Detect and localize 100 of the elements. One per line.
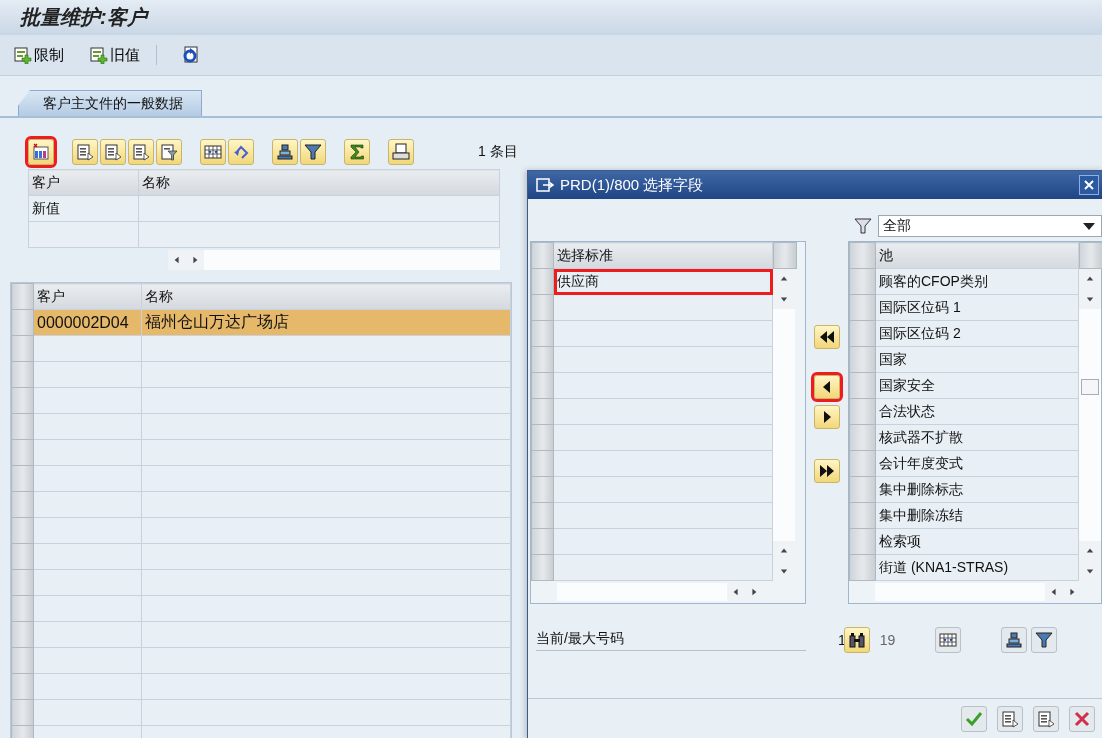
row-selector[interactable]: [11, 699, 34, 726]
toolbar-button[interactable]: [100, 139, 126, 165]
filter-icon: [854, 217, 872, 235]
row-selector[interactable]: [531, 346, 554, 373]
list-item[interactable]: 国家: [875, 346, 1079, 373]
toolbar-button[interactable]: [344, 139, 370, 165]
list-item[interactable]: 国际区位码 1: [875, 294, 1079, 321]
row-selector[interactable]: [11, 413, 34, 440]
row-selector[interactable]: [849, 372, 876, 399]
row-selector[interactable]: [531, 294, 554, 321]
list-item[interactable]: 集中删除冻结: [875, 502, 1079, 529]
document-arrow-icon: [132, 143, 150, 161]
toolbar-button[interactable]: [156, 139, 182, 165]
list-item[interactable]: 核武器不扩散: [875, 424, 1079, 451]
row-selector[interactable]: [849, 450, 876, 477]
row-selector[interactable]: [531, 450, 554, 477]
scroll-up-button[interactable]: [1079, 269, 1101, 289]
row-selector[interactable]: [11, 439, 34, 466]
column-header: 客户: [33, 283, 142, 310]
toolbar-button[interactable]: [1031, 627, 1058, 653]
list-item[interactable]: 检索项: [875, 528, 1079, 555]
close-icon: [1083, 179, 1095, 191]
toolbar-button[interactable]: [228, 139, 254, 165]
row-selector[interactable]: [11, 569, 34, 596]
toolbar-button[interactable]: 限制: [12, 43, 66, 67]
cancel-button[interactable]: [1069, 706, 1095, 732]
toolbar-button[interactable]: [388, 139, 414, 165]
row-selector[interactable]: [11, 335, 34, 362]
toolbar-button[interactable]: [272, 139, 298, 165]
row-selector[interactable]: [11, 595, 34, 622]
list-item[interactable]: 集中删除标志: [875, 476, 1079, 503]
row-selector[interactable]: [531, 398, 554, 425]
row-selector[interactable]: [849, 554, 876, 581]
row-selector[interactable]: [849, 320, 876, 347]
row-selector[interactable]: [849, 294, 876, 321]
scroll-thumb[interactable]: [1081, 379, 1099, 395]
tab[interactable]: 客户主文件的一般数据: [18, 90, 202, 116]
row-selector[interactable]: [531, 372, 554, 399]
row-selector[interactable]: [849, 346, 876, 373]
list-item[interactable]: 供应商: [553, 268, 773, 295]
move-button[interactable]: [814, 375, 840, 399]
list-item[interactable]: 街道 (KNA1-STRAS): [875, 554, 1079, 581]
scroll-left-button[interactable]: [168, 250, 186, 270]
row-selector[interactable]: [11, 387, 34, 414]
row-selector[interactable]: [11, 621, 34, 648]
down-arrow-icon: [1086, 295, 1094, 303]
confirm-button[interactable]: [961, 706, 987, 732]
row-selector[interactable]: [11, 673, 34, 700]
row-selector[interactable]: [849, 424, 876, 451]
row-selector[interactable]: [531, 502, 554, 529]
toolbar-button[interactable]: [300, 139, 326, 165]
row-selector[interactable]: [849, 476, 876, 503]
row-selector[interactable]: [11, 309, 34, 336]
list-item[interactable]: 顾客的CFOP类别: [875, 268, 1079, 295]
row-selector[interactable]: [11, 491, 34, 518]
row-selector[interactable]: [11, 361, 34, 388]
scroll-right-button[interactable]: [186, 250, 204, 270]
list-item[interactable]: 国际区位码 2: [875, 320, 1079, 347]
header-corner: [11, 283, 34, 310]
dropdown[interactable]: 全部: [878, 215, 1102, 237]
row-selector[interactable]: [531, 554, 554, 581]
find-button[interactable]: [843, 627, 870, 653]
move-button[interactable]: [814, 325, 840, 349]
row-selector[interactable]: [849, 268, 876, 295]
row-selector[interactable]: [11, 543, 34, 570]
row-selector[interactable]: [531, 476, 554, 503]
up-arrow-icon: [1086, 275, 1094, 283]
list-item[interactable]: 国家安全: [875, 372, 1079, 399]
row-selector[interactable]: [531, 268, 554, 295]
row-selector[interactable]: [849, 528, 876, 555]
move-button[interactable]: [814, 459, 840, 483]
move-button[interactable]: [814, 405, 840, 429]
toolbar-button[interactable]: 旧值: [88, 43, 142, 67]
counter-label: 当前/最大号码: [536, 629, 806, 651]
column-layout-icon: [32, 143, 50, 161]
row-selector[interactable]: [531, 528, 554, 555]
toolbar-button[interactable]: [1001, 627, 1028, 653]
toolbar-button[interactable]: [128, 139, 154, 165]
row-selector[interactable]: [11, 647, 34, 674]
toolbar-button[interactable]: [28, 139, 54, 165]
toolbar-button[interactable]: [935, 627, 962, 653]
down-arrow-icon: [780, 567, 788, 575]
toolbar-button[interactable]: [1033, 706, 1059, 732]
row-selector[interactable]: [11, 465, 34, 492]
left-arrow-icon: [732, 588, 740, 596]
scroll-up-button[interactable]: [1079, 541, 1101, 561]
row-selector[interactable]: [531, 424, 554, 451]
row-selector[interactable]: [849, 502, 876, 529]
close-button[interactable]: [1079, 175, 1099, 195]
list-item[interactable]: 合法状态: [875, 398, 1079, 425]
toolbar-button[interactable]: [997, 706, 1023, 732]
row-selector[interactable]: [11, 517, 34, 544]
row-selector[interactable]: [531, 320, 554, 347]
row-selector[interactable]: [849, 398, 876, 425]
scroll-down-button[interactable]: [1079, 289, 1101, 309]
toolbar-button[interactable]: [200, 139, 226, 165]
list-item[interactable]: 会计年度变式: [875, 450, 1079, 477]
stack-icon: [1005, 631, 1024, 649]
toolbar-button[interactable]: [72, 139, 98, 165]
down-arrow-icon: [1086, 567, 1094, 575]
